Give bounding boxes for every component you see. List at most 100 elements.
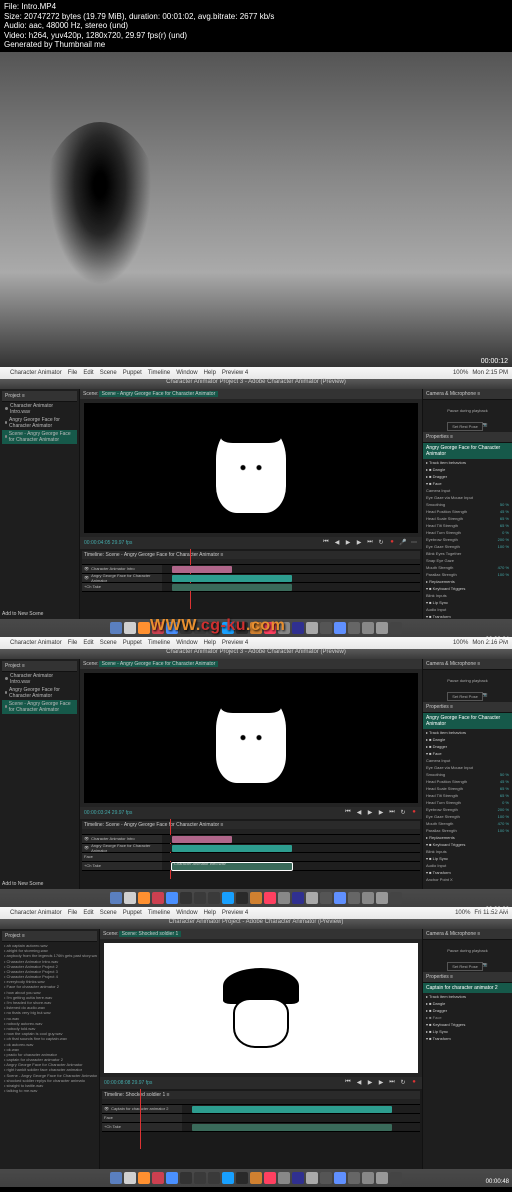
dock-app-icon[interactable] [222,892,234,904]
dock-app-icon[interactable] [138,622,150,634]
dock-app-icon[interactable] [264,1172,276,1184]
step-fwd-icon[interactable]: ▶ [355,539,363,547]
clip[interactable] [172,575,292,582]
lipsync-row[interactable]: ▾ ■ Lip Sync [423,599,512,606]
dock-app-icon[interactable] [292,1172,304,1184]
set-rest-pose-button[interactable]: Set Rest Pose [447,962,483,971]
dock-app-icon[interactable] [334,1172,346,1184]
clip[interactable] [172,845,292,852]
dock-app-icon[interactable] [390,1172,402,1184]
dock-app-icon[interactable] [306,1172,318,1184]
dock-app-icon[interactable] [166,1172,178,1184]
step-fwd-icon[interactable]: ▶ [377,809,385,817]
scene-tab-bar[interactable]: Scene: Scene - Angry George Face for Cha… [80,389,422,399]
dock-app-icon[interactable] [194,892,206,904]
dock-app-icon[interactable] [236,1172,248,1184]
dock-app-icon[interactable] [152,892,164,904]
record-icon[interactable]: ● [410,809,418,817]
project-panel[interactable]: Project ≡ Character Animator Intro.wav A… [0,659,80,889]
project-item[interactable]: Character Animator Intro.wav [2,402,77,416]
dock-app-icon[interactable] [362,1172,374,1184]
dock-app-icon[interactable] [124,892,136,904]
goto-end-icon[interactable]: ⏭ [388,809,396,817]
goto-end-icon[interactable]: ⏭ [366,539,374,547]
clip[interactable] [172,566,232,573]
transform-row[interactable]: ▾ ■ Transform [423,613,512,620]
track-behaviors-row[interactable]: ▸ Track item behaviors [423,459,512,466]
dock-app-icon[interactable] [236,892,248,904]
menu-window[interactable]: Window [176,370,197,376]
scene-viewer[interactable] [84,673,418,803]
dragger-row[interactable]: ▸ ■ Dragger [423,473,512,480]
mac-dock[interactable] [0,1169,512,1187]
project-item[interactable]: • right hankit soldier face character an… [4,1067,95,1072]
mac-menubar[interactable]: Character Animator File Edit Scene Puppe… [0,367,512,379]
project-panel[interactable]: Project ≡ Character Animator Intro.wav A… [0,389,80,619]
dock-app-icon[interactable] [320,1172,332,1184]
dock-app-icon[interactable] [376,892,388,904]
transport-bar[interactable]: 00:00:08:08 29.97 fps ⏮ ◀ ▶ ▶ ⏭ ↻ ● [100,1077,422,1089]
mac-dock[interactable] [0,889,512,907]
menu-preview[interactable]: Preview 4 [222,370,248,376]
play-icon[interactable]: ▶ [366,1079,374,1087]
dock-app-icon[interactable] [250,892,262,904]
replacements-row[interactable]: ▸ Replacements [423,578,512,585]
dock-app-icon[interactable] [348,892,360,904]
menu-scene[interactable]: Scene [100,370,117,376]
goto-start-icon[interactable]: ⏮ [322,539,330,547]
dock-app-icon[interactable] [250,1172,262,1184]
dock-app-icon[interactable] [222,1172,234,1184]
project-file-list[interactable]: • ah captain autorec.wav• alright for st… [2,942,97,1094]
timeline-panel[interactable]: Timeline: Scene - Angry George Face for … [80,819,422,889]
properties-panel[interactable]: Camera & Microphone ≡ Pause during playb… [422,659,512,889]
dock-app-icon[interactable] [152,1172,164,1184]
timeline-panel[interactable]: Timeline: Shocked soldier 1 ≡ 👁Captain f… [100,1089,422,1169]
record-icon[interactable]: ● [410,1079,418,1087]
app-name[interactable]: Character Animator [10,370,62,376]
loop-icon[interactable]: ↻ [377,539,385,547]
clip[interactable] [192,1106,392,1113]
more-icon[interactable]: ⋯ [410,539,418,547]
dock-app-icon[interactable] [124,1172,136,1184]
dock-app-icon[interactable] [208,1172,220,1184]
loop-icon[interactable]: ↻ [399,1079,407,1087]
step-back-icon[interactable]: ◀ [355,809,363,817]
set-rest-pose-button[interactable]: Set Rest Pose [447,422,483,431]
menu-edit[interactable]: Edit [83,370,93,376]
dock-app-icon[interactable] [180,1172,192,1184]
set-rest-pose-button[interactable]: Set Rest Pose [447,692,483,701]
menu-help[interactable]: Help [204,370,216,376]
step-back-icon[interactable]: ◀ [355,1079,363,1087]
record-icon[interactable]: ● [388,539,396,547]
goto-start-icon[interactable]: ⏮ [344,809,352,817]
scene-tab-active[interactable]: Scene - Angry George Face for Character … [99,391,219,397]
step-fwd-icon[interactable]: ▶ [377,1079,385,1087]
project-item[interactable]: • talking to me.wav [4,1088,95,1093]
dock-app-icon[interactable] [320,622,332,634]
mac-menubar[interactable]: Character Animator File Edit Scene Puppe… [0,637,512,649]
add-to-scene-button[interactable]: Add to New Scene [2,881,43,887]
dock-app-icon[interactable] [180,892,192,904]
loop-icon[interactable]: ↻ [399,809,407,817]
dock-app-icon[interactable] [138,892,150,904]
dock-app-icon[interactable] [166,892,178,904]
scene-viewer[interactable] [84,403,418,533]
dock-app-icon[interactable] [306,892,318,904]
mac-menubar[interactable]: Character Animator File Edit Scene Puppe… [0,907,512,919]
menu-file[interactable]: File [68,370,78,376]
dock-app-icon[interactable] [124,622,136,634]
dangle-row[interactable]: ▸ ■ Dangle [423,466,512,473]
clip-audio[interactable] [192,1124,392,1131]
dock-app-icon[interactable] [376,1172,388,1184]
dock-app-icon[interactable] [334,892,346,904]
project-item[interactable]: • anybody from the legends 176th gets pa… [4,953,95,958]
step-back-icon[interactable]: ◀ [333,539,341,547]
dock-app-icon[interactable] [292,892,304,904]
dock-app-icon[interactable] [376,622,388,634]
project-item-active[interactable]: Scene - Angry George Face for Character … [2,430,77,444]
track-label[interactable]: +Ch Take [82,583,162,591]
mic-icon[interactable]: 🎤 [399,539,407,547]
dock-app-icon[interactable] [306,622,318,634]
goto-end-icon[interactable]: ⏭ [388,1079,396,1087]
clip-audio[interactable] [172,584,292,591]
